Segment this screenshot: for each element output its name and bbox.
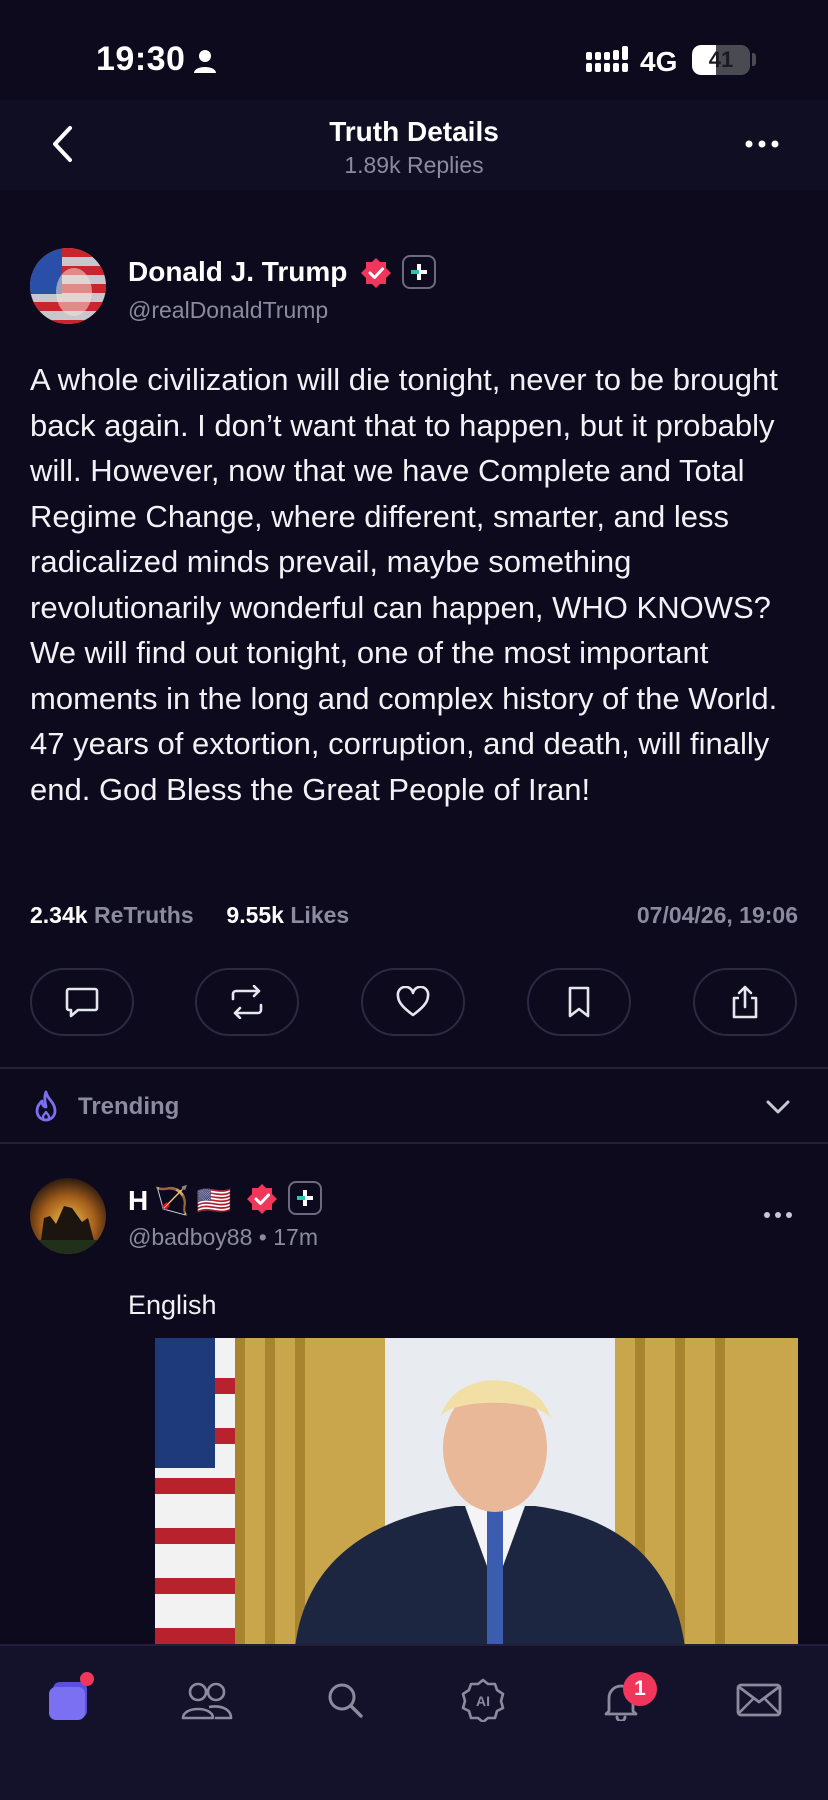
reply-age: 17m (273, 1224, 318, 1250)
media-photo (155, 1338, 798, 1648)
avatar[interactable] (30, 248, 106, 324)
verified-badge-icon (247, 1184, 277, 1214)
flame-icon (35, 1090, 57, 1122)
person-icon (194, 50, 216, 73)
trending-label[interactable]: Trending (78, 1093, 179, 1121)
tab-messages[interactable] (724, 1670, 794, 1730)
likes-count[interactable]: 9.55k (226, 902, 284, 928)
notification-count-badge: 1 (623, 1672, 657, 1706)
share-button[interactable] (693, 968, 797, 1036)
divider (0, 1067, 828, 1069)
more-options-button[interactable] (740, 124, 784, 164)
reply-icon (65, 987, 99, 1018)
ellipsis-icon (745, 140, 779, 148)
bookmark-icon (568, 986, 590, 1018)
meta-separator: • (258, 1224, 267, 1250)
bookmark-button[interactable] (527, 968, 631, 1036)
verified-badge-icon (361, 258, 391, 288)
page-title: Truth Details (329, 116, 499, 147)
status-bar: 19:30 4G 41 (0, 0, 828, 100)
reply-name-text: H (128, 1184, 149, 1216)
home-unread-dot (80, 1672, 94, 1686)
retruths-label[interactable]: ReTruths (94, 902, 194, 928)
plus-icon (297, 1190, 313, 1206)
reply-body: English (128, 1290, 217, 1320)
plus-icon (411, 264, 427, 280)
header-bar: Truth Details 1.89k Replies (0, 100, 828, 190)
avatar-image (30, 1178, 106, 1254)
truth-plus-badge (288, 1181, 322, 1215)
like-button[interactable] (361, 968, 465, 1036)
tab-groups[interactable] (172, 1670, 242, 1730)
truth-plus-badge (402, 255, 436, 289)
reply-meta: @badboy88 • 17m (128, 1224, 318, 1251)
retruth-icon (231, 985, 263, 1019)
author-handle[interactable]: @realDonaldTrump (128, 297, 328, 324)
reply-more-button[interactable] (758, 1200, 798, 1230)
reply-count: 1.89k Replies (344, 152, 484, 178)
battery-icon: 41 (692, 45, 750, 75)
heart-icon (396, 986, 430, 1017)
ellipsis-icon (764, 1212, 792, 1218)
battery-nub (752, 53, 756, 66)
reply-author-name[interactable]: H 🏹 🇺🇸 (128, 1184, 232, 1217)
svg-text:AI: AI (476, 1693, 490, 1709)
bottom-tab-bar: AI (0, 1644, 828, 1800)
retruth-button[interactable] (195, 968, 299, 1036)
post-body: A whole civilization will die tonight, n… (30, 362, 778, 807)
author-name[interactable]: Donald J. Trump (128, 256, 347, 288)
retruths-count[interactable]: 2.34k (30, 902, 88, 928)
reply-handle[interactable]: @badboy88 (128, 1224, 252, 1250)
tab-search[interactable] (310, 1670, 380, 1730)
status-time: 19:30 (96, 40, 186, 78)
reply-media-image[interactable] (155, 1338, 798, 1648)
tab-ai[interactable]: AI (448, 1670, 518, 1730)
signal-icon (586, 46, 628, 72)
reply-button[interactable] (30, 968, 134, 1036)
post-timestamp: 07/04/26, 19:06 (636, 902, 798, 928)
reply-name-emoji: 🏹 🇺🇸 (154, 1185, 232, 1216)
chevron-down-icon[interactable] (762, 1092, 794, 1122)
divider (0, 1142, 828, 1144)
groups-icon (181, 1682, 233, 1720)
avatar-image (30, 248, 106, 324)
search-icon (328, 1683, 363, 1718)
battery-level: 41 (708, 47, 734, 72)
envelope-icon (736, 1683, 782, 1717)
reply-avatar[interactable] (30, 1178, 106, 1254)
network-type: 4G (640, 46, 678, 77)
ai-icon: AI (461, 1678, 505, 1722)
post-stats: 2.34k ReTruths 9.55k Likes 07/04/26, 19:… (30, 902, 798, 929)
share-icon (732, 985, 758, 1019)
likes-label[interactable]: Likes (290, 902, 349, 928)
